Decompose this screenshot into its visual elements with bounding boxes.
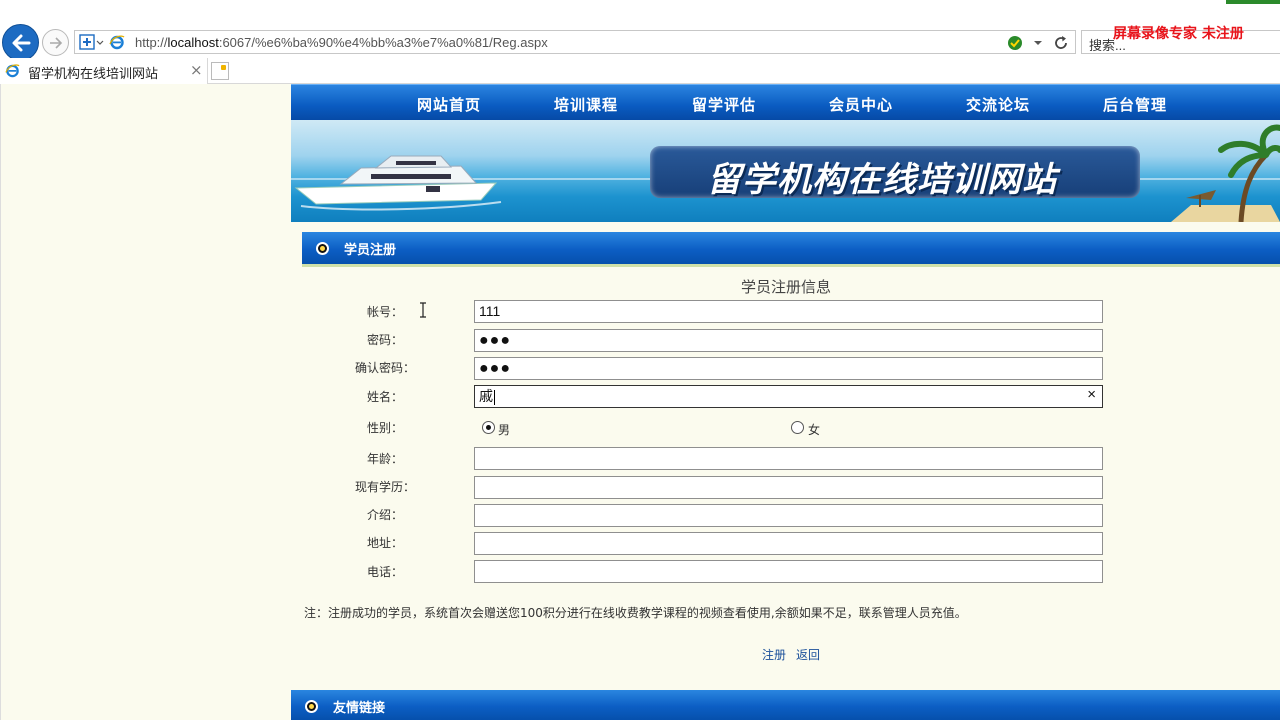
address-bar-tools [1007,33,1069,53]
password-input[interactable]: ●●● [474,329,1103,352]
window-accent [1226,0,1280,4]
gender-label: 性别： [366,421,403,435]
text-caret [494,389,495,405]
nav-item-member-center[interactable]: 会员中心 [829,94,893,115]
banner-site-title: 留学机构在线培训网站 [707,160,1057,200]
confirm-password-input[interactable]: ●●● [474,357,1103,380]
dropdown-arrow-icon[interactable] [1033,39,1043,47]
friendly-links-header: 友情链接 [291,690,1280,720]
nav-item-home[interactable]: 网站首页 [417,94,481,115]
clear-input-icon[interactable]: × [1087,386,1096,403]
tab-title: 留学机构在线培训网站 [28,67,159,82]
recorder-watermark: 屏幕录像专家 未注册 [1113,26,1244,42]
account-value: 111 [479,303,501,319]
account-input[interactable]: 111 [474,300,1103,323]
url-path: :6067/%e6%ba%90%e4%bb%a3%e7%a0%81/Reg.as… [218,35,548,50]
password-label: 密码： [366,333,403,347]
gender-radio-male[interactable] [482,421,495,434]
tab-strip: 留学机构在线培训网站 × [0,58,1280,84]
tab-close-icon[interactable]: × [190,61,203,79]
registration-note: 注：注册成功的学员，系统首次会赠送您100积分进行在线收费教学课程的视频查看使用… [304,606,967,620]
age-label: 年龄： [366,452,403,466]
url-text[interactable]: http://localhost:6067/%e6%ba%90%e4%bb%a3… [135,35,548,50]
address-input[interactable] [474,532,1103,555]
phone-label: 电话： [366,565,403,579]
ie-page-icon [109,35,125,50]
section-bullet-icon [305,700,318,713]
url-host: localhost [167,35,219,50]
name-label: 姓名： [366,390,403,404]
form-title: 学员注册信息 [741,278,832,296]
confirm-password-value: ●●● [479,360,511,377]
compat-icon [79,34,104,50]
password-value: ●●● [479,332,511,349]
age-input[interactable] [474,447,1103,470]
security-report-icon[interactable] [1007,35,1023,51]
nav-item-assessment[interactable]: 留学评估 [692,94,756,115]
education-input[interactable] [474,476,1103,499]
gender-radio-female[interactable] [791,421,804,434]
browser-tab-active[interactable]: 留学机构在线培训网站 × [0,58,208,84]
back-link[interactable]: 返回 [796,646,820,663]
forward-button[interactable] [42,29,69,56]
intro-label: 介绍： [366,508,403,522]
address-label: 地址： [366,536,403,550]
ibeam-cursor-icon [420,302,426,318]
register-link[interactable]: 注册 [762,646,786,663]
phone-input[interactable] [474,560,1103,583]
nav-item-forum[interactable]: 交流论坛 [966,94,1030,115]
friendly-links-title: 友情链接 [333,701,386,716]
palm-tree-image [1171,124,1280,222]
compatibility-view-button[interactable] [79,34,105,50]
browser-chrome: http://localhost:6067/%e6%ba%90%e4%bb%a3… [0,0,1280,84]
back-button[interactable] [2,24,39,61]
yacht-image [294,155,502,211]
confirm-password-label: 确认密码： [354,361,415,375]
new-tab-button[interactable] [211,62,229,80]
name-value: 戚 [479,388,493,404]
refresh-icon[interactable] [1053,35,1069,51]
url-prefix: http:// [135,35,168,50]
education-label: 现有学历： [354,480,415,494]
section-divider [302,264,1280,267]
site-nav: 网站首页 培训课程 留学评估 会员中心 交流论坛 后台管理 [291,84,1280,120]
site-banner: 留学机构在线培训网站 [291,120,1280,222]
intro-input[interactable] [474,504,1103,527]
name-input[interactable]: 戚 × [474,385,1103,408]
register-section-title: 学员注册 [344,243,397,258]
ie-tab-icon [5,64,20,78]
back-arrow-icon [12,34,30,51]
gender-male-label: 男 [498,423,511,437]
section-bullet-icon [316,242,329,255]
left-margin [0,84,291,720]
nav-item-admin[interactable]: 后台管理 [1103,94,1167,115]
address-bar[interactable]: http://localhost:6067/%e6%ba%90%e4%bb%a3… [74,30,1076,54]
gender-female-label: 女 [808,423,821,437]
forward-arrow-icon [49,36,62,49]
register-section-header: 学员注册 [302,232,1280,264]
nav-item-courses[interactable]: 培训课程 [554,94,618,115]
